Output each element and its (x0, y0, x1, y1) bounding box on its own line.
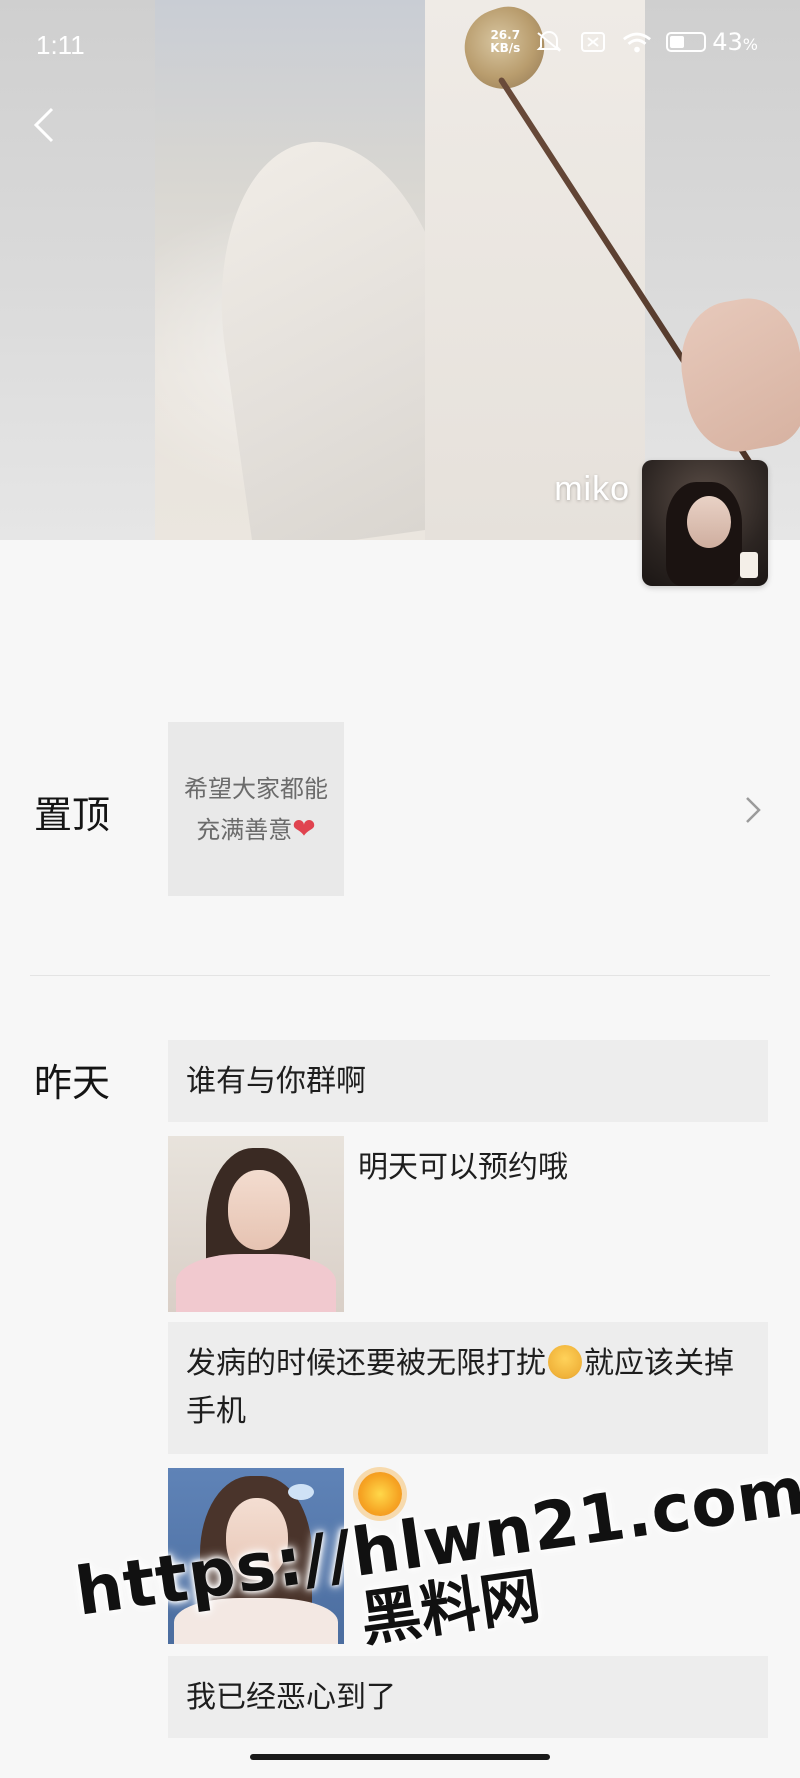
text-post[interactable]: 我已经恶心到了 (168, 1656, 768, 1738)
zipper-mouth-emoji-icon (548, 1345, 582, 1379)
chevron-left-icon (33, 107, 54, 143)
pinned-label: 置顶 (34, 793, 111, 837)
divider (30, 975, 770, 976)
cover-photo[interactable]: 1:11 26.7 KB/s 43% miko (0, 0, 800, 540)
candle-icon (740, 552, 758, 578)
status-icons: 26.7 KB/s 43% (490, 28, 758, 56)
cover-hand (670, 290, 800, 460)
avatar-face (687, 496, 731, 548)
status-bar: 1:11 26.7 KB/s 43% (0, 0, 800, 90)
network-speed-unit: KB/s (490, 41, 521, 55)
pinned-post[interactable]: 希望大家都能 充满善意❤ (168, 722, 344, 896)
network-speed: 26.7 KB/s (490, 29, 520, 55)
butterfly-clip-icon (288, 1484, 314, 1500)
battery-indicator: 43% (666, 28, 758, 56)
post-text: 发病的时候还要被无限打扰 (186, 1346, 546, 1381)
post-text: 谁有与你群啊 (186, 1064, 366, 1099)
photo-post[interactable]: 明天可以预约哦 (168, 1136, 768, 1312)
battery-percent: 43% (712, 28, 758, 56)
pinned-text-line1: 希望大家都能 (184, 774, 328, 803)
wifi-icon (622, 30, 652, 54)
home-indicator[interactable] (250, 1754, 550, 1760)
mute-icon (534, 30, 564, 54)
battery-icon (666, 32, 707, 52)
avatar[interactable] (642, 460, 768, 586)
text-post[interactable]: 发病的时候还要被无限打扰 就应该关掉手机 (168, 1322, 768, 1454)
chevron-right-icon[interactable] (740, 793, 766, 827)
heart-icon: ❤ (292, 811, 316, 845)
profile-name: miko (554, 470, 630, 508)
battery-fill (670, 36, 685, 48)
no-sim-icon (578, 30, 608, 54)
text-post[interactable]: 谁有与你群啊 (168, 1040, 768, 1122)
pinned-text-line2: 充满善意❤ (196, 811, 316, 845)
back-button[interactable] (20, 100, 70, 150)
status-time: 1:11 (36, 30, 85, 60)
photo-thumbnail[interactable] (168, 1136, 344, 1312)
post-caption: 明天可以预约哦 (358, 1150, 568, 1185)
post-text: 我已经恶心到了 (186, 1680, 396, 1715)
yesterday-label: 昨天 (34, 1061, 111, 1105)
